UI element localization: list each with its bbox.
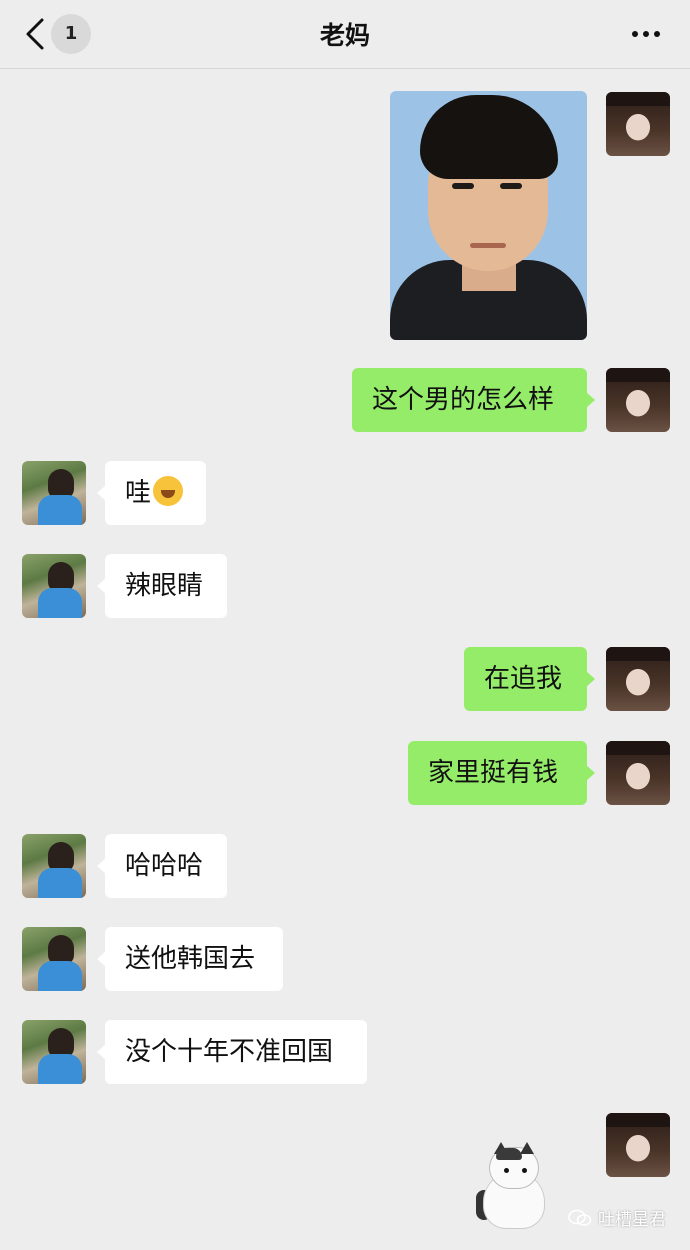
- message-text: 哇: [125, 478, 152, 508]
- contact-avatar[interactable]: [22, 554, 86, 618]
- message-bubble-incoming[interactable]: 哇: [97, 461, 206, 525]
- wechat-icon: [568, 1209, 592, 1226]
- my-avatar[interactable]: [606, 368, 670, 432]
- contact-avatar[interactable]: [22, 1020, 86, 1084]
- message-text: 辣眼睛: [125, 571, 204, 601]
- message-bubble-outgoing[interactable]: 这个男的怎么样: [352, 368, 595, 432]
- message-text: 送他韩国去: [125, 944, 256, 974]
- message-text: 家里挺有钱: [428, 758, 559, 788]
- chat-title: 老妈: [319, 21, 370, 50]
- message-bubble-incoming[interactable]: 哈哈哈: [97, 834, 227, 898]
- image-message[interactable]: [390, 91, 587, 340]
- my-avatar[interactable]: [606, 92, 670, 156]
- message-text: 这个男的怎么样: [372, 385, 555, 415]
- message-text: 哈哈哈: [125, 851, 204, 881]
- contact-avatar[interactable]: [22, 927, 86, 991]
- contact-avatar[interactable]: [22, 834, 86, 898]
- my-avatar[interactable]: [606, 1113, 670, 1177]
- watermark: 吐槽星君: [568, 1206, 666, 1234]
- contact-avatar[interactable]: [22, 461, 86, 525]
- cat-sticker[interactable]: [476, 1138, 548, 1230]
- message-text: 在追我: [484, 664, 563, 694]
- my-avatar[interactable]: [606, 741, 670, 805]
- more-options-icon[interactable]: [626, 22, 666, 46]
- message-bubble-incoming[interactable]: 没个十年不准回国: [97, 1020, 367, 1084]
- chat-header: 1 老妈: [0, 0, 690, 69]
- message-bubble-incoming[interactable]: 辣眼睛: [97, 554, 227, 618]
- facepalm-emoji-icon: [153, 475, 184, 506]
- message-text: 没个十年不准回国: [125, 1037, 334, 1067]
- message-bubble-outgoing[interactable]: 家里挺有钱: [408, 741, 595, 805]
- message-bubble-outgoing[interactable]: 在追我: [464, 647, 595, 711]
- my-avatar[interactable]: [606, 647, 670, 711]
- message-bubble-incoming[interactable]: 送他韩国去: [97, 927, 283, 991]
- watermark-text: 吐槽星君: [598, 1210, 666, 1230]
